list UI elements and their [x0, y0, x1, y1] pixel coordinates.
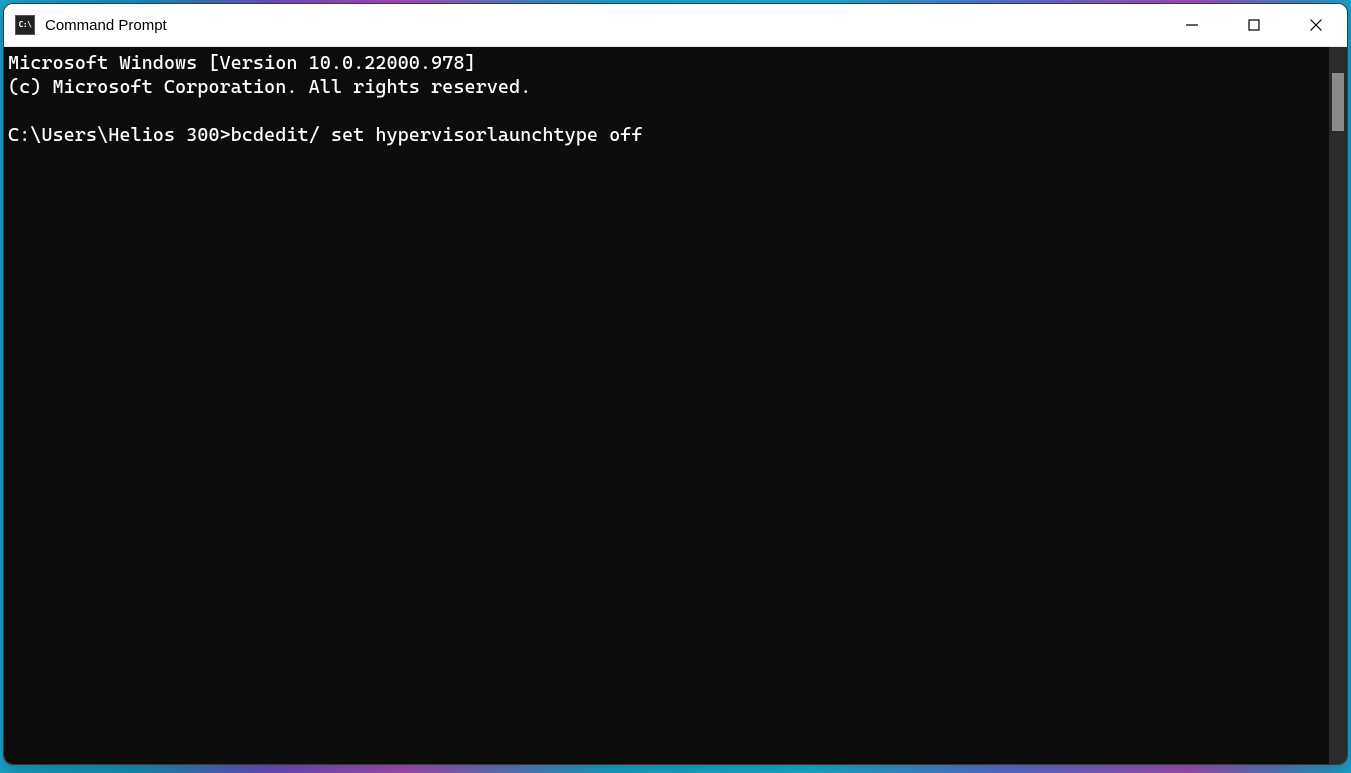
client-area: Microsoft Windows [Version 10.0.22000.97…	[4, 47, 1347, 764]
desktop-background: C:\ Command Prompt	[0, 0, 1351, 773]
terminal-prompt: C:\Users\Helios 300>	[8, 124, 231, 146]
terminal-line: Microsoft Windows [Version 10.0.22000.97…	[8, 52, 476, 74]
window-title: Command Prompt	[45, 17, 167, 34]
terminal-line: (c) Microsoft Corporation. All rights re…	[8, 76, 531, 98]
cmd-icon: C:\	[15, 15, 35, 35]
titlebar[interactable]: C:\ Command Prompt	[4, 4, 1347, 47]
terminal-output[interactable]: Microsoft Windows [Version 10.0.22000.97…	[4, 47, 1329, 764]
maximize-icon	[1247, 18, 1261, 32]
scrollbar-thumb[interactable]	[1332, 73, 1344, 131]
scrollbar-track[interactable]	[1329, 47, 1347, 764]
window-controls	[1161, 4, 1347, 46]
terminal-command[interactable]: bcdedit/ set hypervisorlaunchtype off	[231, 124, 643, 146]
minimize-button[interactable]	[1161, 4, 1223, 46]
close-button[interactable]	[1285, 4, 1347, 46]
cmd-icon-text: C:\	[19, 21, 32, 29]
command-prompt-window: C:\ Command Prompt	[3, 3, 1348, 765]
close-icon	[1309, 18, 1323, 32]
maximize-button[interactable]	[1223, 4, 1285, 46]
minimize-icon	[1185, 18, 1199, 32]
